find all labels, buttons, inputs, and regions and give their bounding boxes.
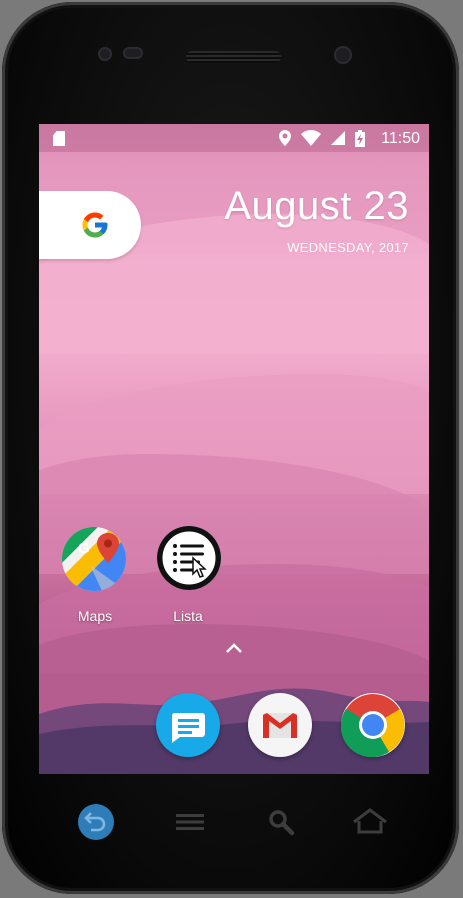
earpiece-speaker	[186, 51, 281, 63]
date-widget-weekday[interactable]: WEDNESDAY, 2017	[287, 240, 409, 255]
maps-app-icon[interactable]: G	[62, 527, 126, 591]
google-g-icon	[82, 212, 108, 238]
sd-card-icon	[53, 131, 65, 146]
maps-app-label[interactable]: Maps	[50, 608, 140, 624]
menu-icon[interactable]	[170, 802, 210, 842]
location-icon	[279, 130, 291, 146]
search-icon[interactable]	[261, 802, 301, 842]
chevron-up-icon[interactable]	[225, 641, 243, 655]
svg-text:G: G	[78, 540, 90, 557]
status-time: 11:50	[381, 130, 420, 147]
front-camera-lens	[334, 46, 352, 64]
chrome-icon	[340, 694, 405, 758]
messages-icon	[171, 713, 205, 743]
lista-app-label[interactable]: Lista	[143, 608, 233, 624]
google-maps-icon: G	[62, 527, 126, 591]
chrome-dock-icon[interactable]	[340, 693, 405, 758]
messages-dock-icon[interactable]	[156, 693, 220, 757]
date-widget-date[interactable]: August 23	[224, 184, 409, 229]
status-bar: 11:50	[39, 124, 429, 152]
signal-icon	[331, 131, 345, 145]
home-icon[interactable]	[350, 802, 390, 842]
google-search-widget[interactable]	[39, 191, 141, 259]
proximity-sensor	[123, 47, 143, 59]
gmail-dock-icon[interactable]	[248, 693, 312, 757]
front-camera	[98, 47, 112, 61]
battery-charging-icon	[355, 129, 365, 147]
wifi-icon	[301, 130, 321, 146]
list-app-icon	[159, 528, 219, 588]
gmail-icon	[263, 713, 297, 738]
status-icons	[279, 129, 365, 147]
lista-app-icon[interactable]	[157, 526, 221, 590]
back-icon[interactable]	[76, 802, 116, 842]
hardware-nav-bar	[39, 774, 429, 864]
home-screen: 11:50 August 23 WEDNESDAY, 2017 G Maps L…	[39, 124, 429, 774]
